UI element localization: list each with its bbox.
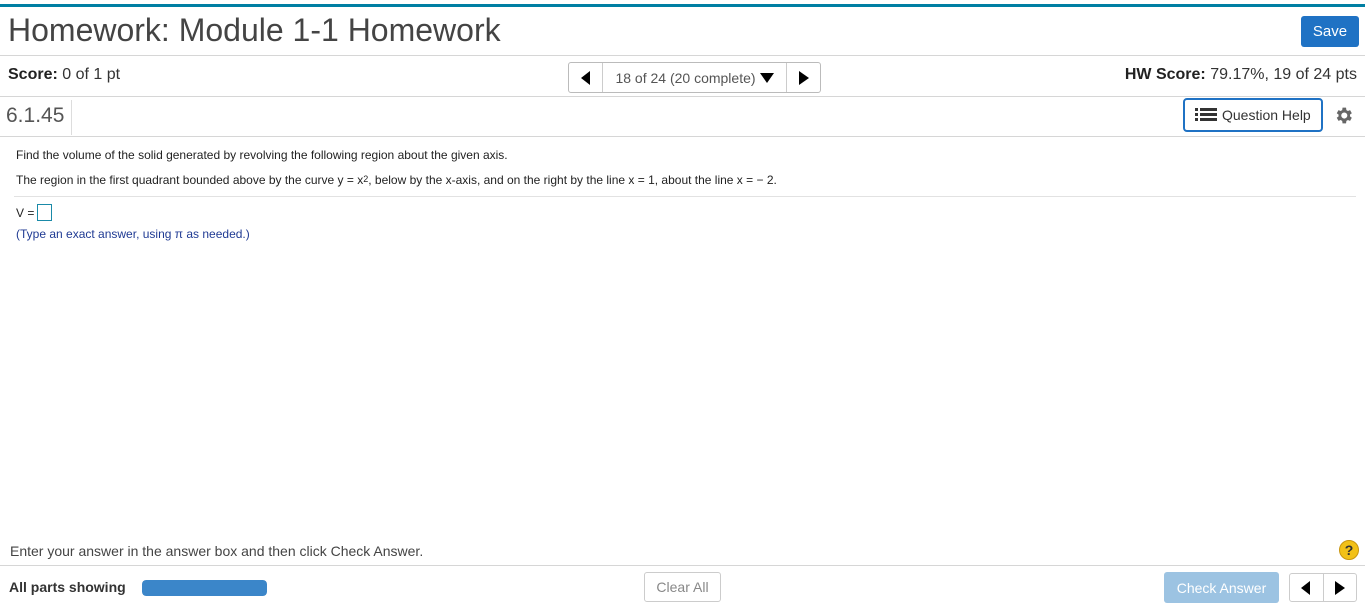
bottom-previous-button[interactable]	[1290, 574, 1324, 601]
gear-icon[interactable]	[1333, 105, 1354, 131]
divider	[0, 136, 1365, 137]
help-icon[interactable]: ?	[1339, 540, 1359, 560]
save-button[interactable]: Save	[1301, 16, 1359, 47]
question-prompt: Find the volume of the solid generated b…	[16, 148, 508, 162]
score-display: Score: 0 of 1 pt	[8, 66, 120, 84]
clear-all-button[interactable]: Clear All	[644, 572, 721, 602]
footer-instruction: Enter your answer in the answer box and …	[10, 543, 424, 559]
divider	[0, 96, 1365, 97]
question-region-text: The region in the first quadrant bounded…	[16, 173, 777, 187]
score-label: Score:	[8, 66, 58, 83]
question-number: 6.1.45	[6, 104, 65, 127]
question-dropdown[interactable]: 18 of 24 (20 complete)	[603, 63, 786, 92]
answer-row: V =	[16, 204, 53, 221]
region-text-part1: The region in the first quadrant bounded…	[16, 173, 364, 187]
answer-label: V =	[16, 205, 35, 220]
region-text-part2: , below by the x-axis, and on the right …	[368, 173, 777, 187]
answer-input[interactable]	[37, 204, 53, 221]
parts-showing-label: All parts showing	[9, 579, 126, 595]
exponent: 2	[363, 174, 369, 184]
progress-fill	[142, 580, 267, 596]
answer-hint: (Type an exact answer, using π as needed…	[16, 227, 250, 241]
progress-bar	[142, 580, 267, 596]
bottom-next-button[interactable]	[1324, 574, 1357, 601]
next-question-button[interactable]	[786, 63, 820, 92]
top-accent-bar	[0, 4, 1365, 7]
page-title: Homework: Module 1-1 Homework	[8, 12, 501, 48]
question-help-button[interactable]: Question Help	[1183, 98, 1323, 132]
score-value: 0 of 1 pt	[62, 66, 121, 83]
triangle-right-icon	[798, 70, 809, 85]
divider	[71, 100, 72, 135]
divider	[0, 565, 1365, 566]
triangle-left-icon	[580, 70, 590, 85]
divider	[0, 55, 1365, 56]
triangle-down-icon	[759, 72, 774, 83]
triangle-left-icon	[1301, 580, 1311, 595]
divider	[14, 196, 1356, 197]
question-navigator: 18 of 24 (20 complete)	[568, 62, 821, 93]
previous-question-button[interactable]	[569, 63, 603, 92]
triangle-right-icon	[1334, 580, 1345, 595]
hw-score-display: HW Score: 79.17%, 19 of 24 pts	[1125, 66, 1357, 84]
question-position-label: 18 of 24 (20 complete)	[615, 69, 756, 86]
list-icon	[1195, 107, 1217, 123]
hw-score-label: HW Score:	[1124, 66, 1206, 83]
bottom-question-nav	[1289, 573, 1357, 602]
question-help-label: Question Help	[1222, 107, 1311, 123]
hw-score-value: 79.17%, 19 of 24 pts	[1210, 66, 1357, 83]
check-answer-button[interactable]: Check Answer	[1164, 572, 1279, 603]
